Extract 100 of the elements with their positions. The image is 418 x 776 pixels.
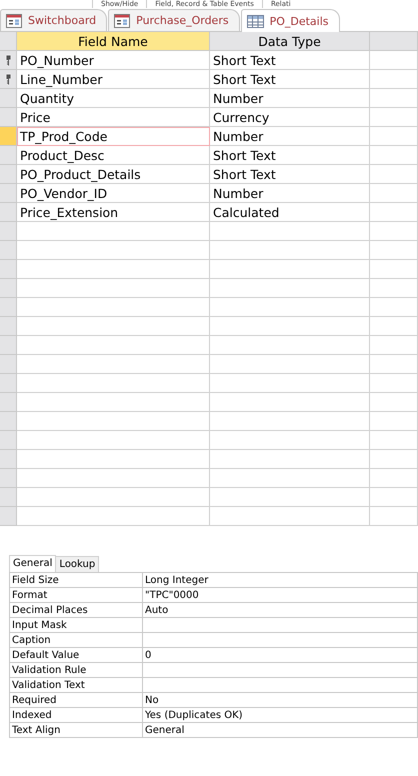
field-name-cell[interactable] [17, 412, 210, 431]
field-name-cell[interactable]: PO_Product_Details [17, 165, 210, 184]
field-name-cell[interactable] [17, 336, 210, 355]
field-name-cell[interactable]: Price [17, 108, 210, 127]
data-type-cell[interactable] [210, 488, 370, 507]
data-type-cell[interactable] [210, 298, 370, 317]
column-header[interactable] [370, 32, 418, 51]
row-selector[interactable] [0, 70, 17, 89]
column-header[interactable]: Field Name [17, 32, 210, 51]
description-cell[interactable] [370, 241, 418, 260]
property-name: Required [10, 693, 143, 708]
field-name-cell[interactable] [17, 431, 210, 450]
data-type-cell[interactable]: Short Text [210, 51, 370, 70]
property-value[interactable]: Long Integer [143, 573, 418, 588]
data-type-cell[interactable] [210, 431, 370, 450]
field-name-cell[interactable]: PO_Number [17, 51, 210, 70]
field-name-cell[interactable] [17, 393, 210, 412]
property-value[interactable] [143, 633, 418, 648]
field-name-cell[interactable]: PO_Vendor_ID [17, 184, 210, 203]
property-value[interactable] [143, 663, 418, 678]
property-value[interactable]: Yes (Duplicates OK) [143, 708, 418, 723]
property-value[interactable]: 0 [143, 648, 418, 663]
data-type-cell[interactable]: Number [210, 89, 370, 108]
description-cell[interactable] [370, 70, 418, 89]
description-cell[interactable] [370, 108, 418, 127]
property-tab[interactable]: Lookup [55, 556, 100, 572]
field-name-cell[interactable] [17, 279, 210, 298]
description-cell[interactable] [370, 127, 418, 146]
description-cell[interactable] [370, 260, 418, 279]
description-cell[interactable] [370, 488, 418, 507]
data-type-cell[interactable] [210, 507, 370, 526]
field-name-cell[interactable]: Product_Desc [17, 146, 210, 165]
description-cell[interactable] [370, 298, 418, 317]
field-name-cell[interactable] [17, 222, 210, 241]
data-type-cell[interactable]: Currency [210, 108, 370, 127]
field-name-cell[interactable] [17, 450, 210, 469]
data-type-cell[interactable] [210, 241, 370, 260]
description-cell[interactable] [370, 393, 418, 412]
data-type-cell[interactable] [210, 469, 370, 488]
data-type-cell[interactable] [210, 222, 370, 241]
field-name-cell[interactable]: Quantity [17, 89, 210, 108]
description-cell[interactable] [370, 450, 418, 469]
data-type-cell[interactable] [210, 450, 370, 469]
data-type-cell[interactable] [210, 412, 370, 431]
description-cell[interactable] [370, 431, 418, 450]
description-cell[interactable] [370, 146, 418, 165]
data-type-cell[interactable]: Short Text [210, 165, 370, 184]
data-type-cell[interactable]: Short Text [210, 70, 370, 89]
data-type-cell[interactable] [210, 279, 370, 298]
property-value[interactable] [143, 618, 418, 633]
field-name-cell[interactable] [17, 374, 210, 393]
property-value[interactable]: General [143, 723, 418, 738]
property-value[interactable]: No [143, 693, 418, 708]
property-value[interactable] [143, 678, 418, 693]
data-type-cell[interactable]: Number [210, 184, 370, 203]
document-tab[interactable]: PO_Details [240, 9, 340, 32]
row-selector[interactable] [0, 51, 17, 70]
description-cell[interactable] [370, 412, 418, 431]
description-cell[interactable] [370, 279, 418, 298]
field-name-cell[interactable] [17, 355, 210, 374]
description-cell[interactable] [370, 374, 418, 393]
description-cell[interactable] [370, 222, 418, 241]
description-cell[interactable] [370, 89, 418, 108]
data-type-cell[interactable] [210, 393, 370, 412]
document-tab[interactable]: Switchboard [0, 9, 108, 31]
document-tab[interactable]: Purchase_Orders [108, 9, 240, 31]
field-name-cell[interactable]: TP_Prod_Code [17, 127, 210, 146]
data-type-cell[interactable] [210, 336, 370, 355]
field-name-cell[interactable] [17, 241, 210, 260]
field-name-cell[interactable] [17, 488, 210, 507]
column-header[interactable]: Data Type [210, 32, 370, 51]
field-name-cell[interactable] [17, 298, 210, 317]
property-value[interactable]: Auto [143, 603, 418, 618]
field-name-cell[interactable] [17, 260, 210, 279]
field-name-cell[interactable] [17, 507, 210, 526]
form-icon [6, 14, 22, 28]
description-cell[interactable] [370, 507, 418, 526]
corner-cell[interactable] [0, 32, 17, 51]
description-cell[interactable] [370, 355, 418, 374]
description-cell[interactable] [370, 336, 418, 355]
description-cell[interactable] [370, 165, 418, 184]
data-type-cell[interactable] [210, 355, 370, 374]
description-cell[interactable] [370, 184, 418, 203]
form-icon [114, 14, 130, 28]
description-cell[interactable] [370, 203, 418, 222]
description-cell[interactable] [370, 469, 418, 488]
field-name-cell[interactable] [17, 469, 210, 488]
data-type-cell[interactable]: Number [210, 127, 370, 146]
field-name-cell[interactable]: Price_Extension [17, 203, 210, 222]
property-tab[interactable]: General [9, 555, 56, 572]
data-type-cell[interactable] [210, 374, 370, 393]
description-cell[interactable] [370, 51, 418, 70]
field-name-cell[interactable]: Line_Number [17, 70, 210, 89]
property-value[interactable]: "TPC"0000 [143, 588, 418, 603]
description-cell[interactable] [370, 317, 418, 336]
field-name-cell[interactable] [17, 317, 210, 336]
data-type-cell[interactable]: Calculated [210, 203, 370, 222]
data-type-cell[interactable]: Short Text [210, 146, 370, 165]
data-type-cell[interactable] [210, 260, 370, 279]
data-type-cell[interactable] [210, 317, 370, 336]
